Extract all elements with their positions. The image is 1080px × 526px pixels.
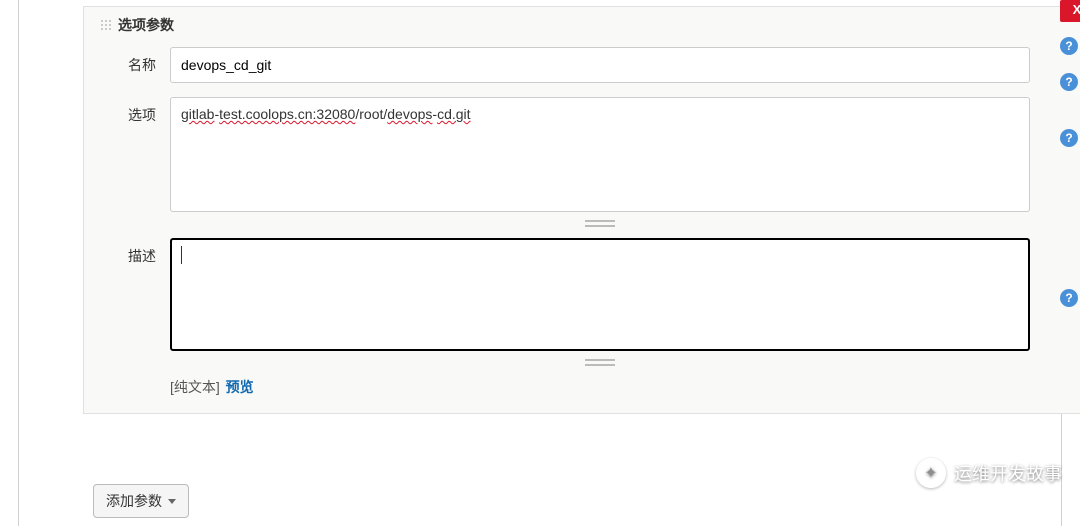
preview-link[interactable]: 预览: [226, 379, 254, 395]
close-button[interactable]: X: [1060, 0, 1080, 22]
name-input[interactable]: [170, 47, 1030, 83]
help-icon[interactable]: ?: [1060, 73, 1078, 91]
add-param-button[interactable]: 添加参数: [93, 484, 189, 518]
drag-handle-icon[interactable]: [100, 19, 112, 31]
resize-handle[interactable]: [170, 353, 1030, 363]
choice-param-block: X 选项参数 名称 选项 gitlab-test.coolops.cn:3208…: [83, 6, 1080, 414]
help-icon[interactable]: ?: [1060, 37, 1078, 55]
watermark-logo-icon: ✦: [916, 458, 946, 488]
close-icon: X: [1073, 2, 1080, 17]
resize-handle[interactable]: [170, 214, 1030, 224]
help-icon[interactable]: ?: [1060, 129, 1078, 147]
description-mode: [纯文本] 预览: [100, 377, 1076, 397]
name-row: 名称: [100, 47, 1076, 83]
text-cursor: [181, 246, 182, 264]
help-icon[interactable]: ?: [1060, 289, 1078, 307]
description-row: 描述: [100, 238, 1076, 363]
chevron-down-icon: [168, 499, 176, 504]
watermark-text: 运维开发故事: [954, 460, 1062, 486]
description-label: 描述: [100, 238, 170, 266]
name-label: 名称: [100, 47, 170, 75]
config-panel: X 选项参数 名称 选项 gitlab-test.coolops.cn:3208…: [18, 0, 1062, 526]
watermark: ✦ 运维开发故事: [916, 458, 1062, 488]
description-textarea[interactable]: [170, 238, 1030, 351]
plain-text-label: [纯文本]: [170, 379, 220, 395]
options-label: 选项: [100, 97, 170, 125]
options-textarea[interactable]: [170, 97, 1030, 212]
options-row: 选项 gitlab-test.coolops.cn:32080/root/dev…: [100, 97, 1076, 224]
section-title: 选项参数: [118, 15, 174, 35]
add-param-label: 添加参数: [106, 491, 162, 511]
section-header: 选项参数: [100, 15, 1076, 35]
